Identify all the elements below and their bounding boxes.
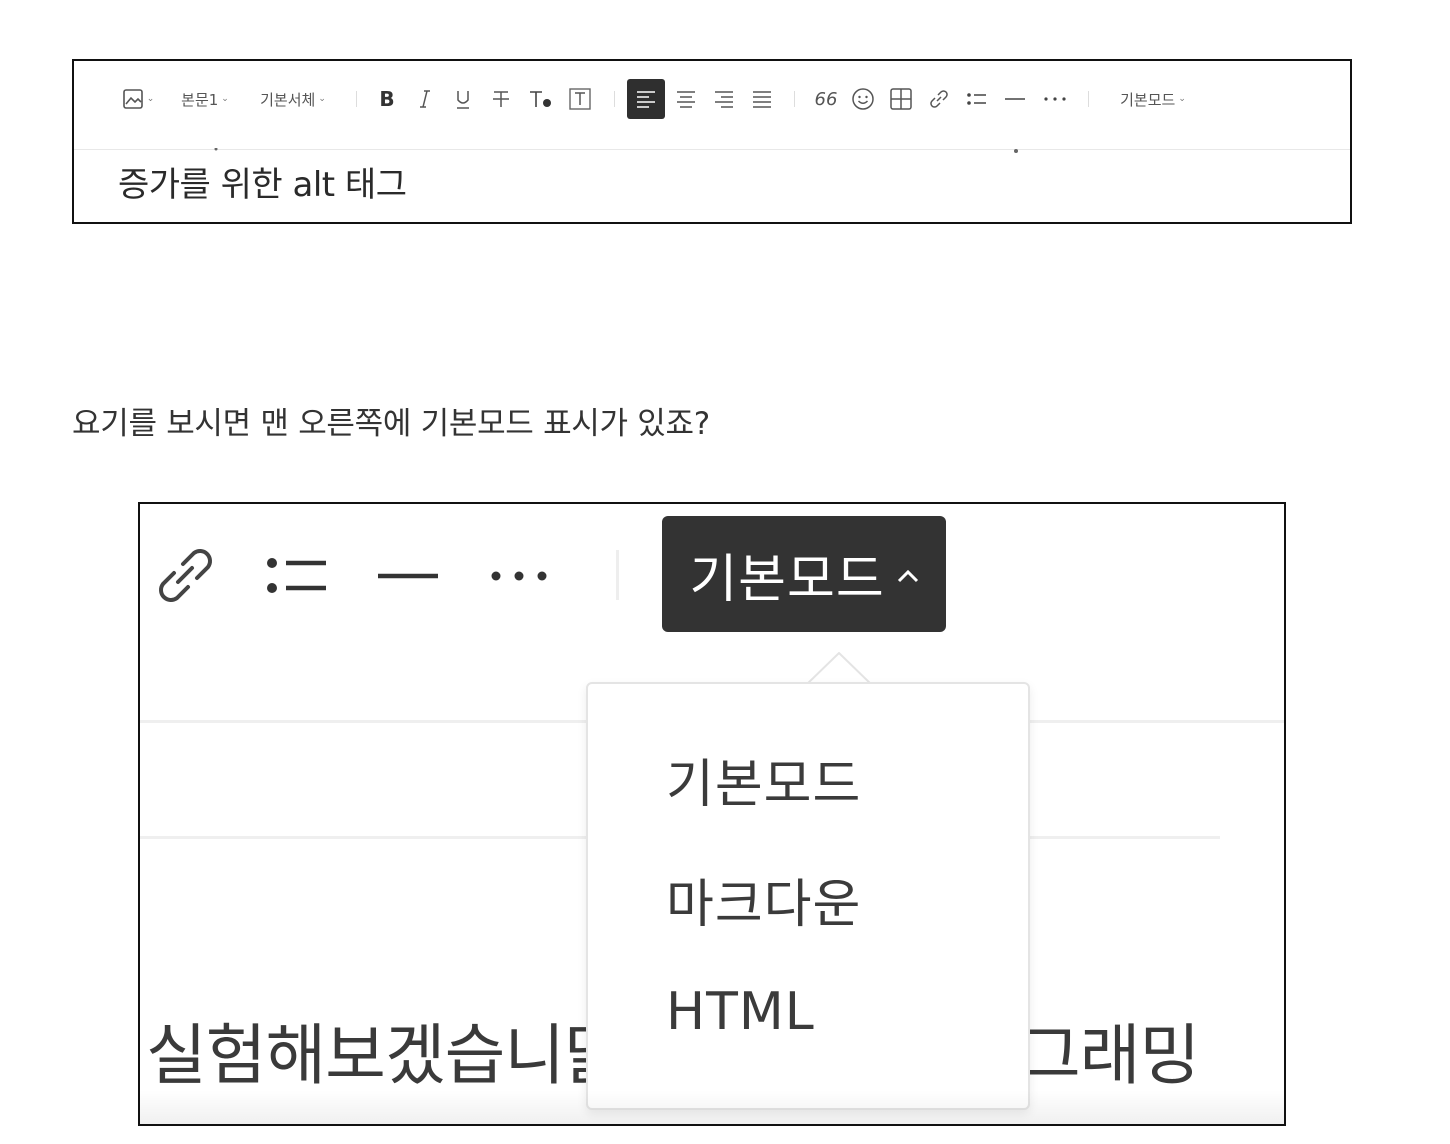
chevron-down-icon: ⌄ [1178,94,1186,104]
list-icon [965,88,989,110]
horizontal-line-icon [376,573,442,610]
bold-label: B [379,87,395,111]
cut-off-text-fragment [118,139,1290,153]
editor-mode-select[interactable]: 기본모드 ⌄ [1110,85,1196,113]
editor-mode-label: 기본모드 [689,549,885,610]
table-button[interactable] [886,85,916,113]
underline-icon [454,88,472,110]
editor-screenshot: ⌄ 본문1 ⌄ 기본서체 ⌄ B 66 기본모드 ⌄ 증가를 위한 alt 태그 [72,59,1352,224]
chevron-down-icon: ⌄ [318,94,326,104]
link-button[interactable] [150,540,220,614]
toolbar-divider [1088,91,1089,107]
bottom-shade [140,1090,1284,1124]
strikethrough-button[interactable] [486,85,516,113]
body-paragraph: 요기를 보시면 맨 오른쪽에 기본모드 표시가 있죠? [72,406,710,442]
more-icon [1042,88,1068,110]
more-icon [486,571,556,610]
horizontal-line-icon [1003,88,1027,110]
emoji-button[interactable] [848,85,878,113]
paragraph-style-select[interactable]: 본문1 ⌄ [174,85,236,113]
link-icon [150,549,220,614]
align-right-button[interactable] [709,85,739,113]
align-center-button[interactable] [671,85,701,113]
mode-option-html[interactable]: HTML [666,982,815,1042]
underline-button[interactable] [448,85,478,113]
align-left-button[interactable] [627,79,665,119]
font-color-icon [528,88,554,110]
editor-mode-button[interactable]: 기본모드 [662,516,946,632]
mode-option-markdown[interactable]: 마크다운 [666,862,861,937]
strikethrough-icon [491,88,511,110]
editor-content-text[interactable]: 그래밍 [1020,1002,1200,1098]
emoji-icon [851,87,875,111]
list-button[interactable] [262,546,332,610]
image-icon [122,88,144,110]
toolbar-divider [616,550,619,600]
align-justify-icon [751,88,773,110]
italic-button[interactable] [410,85,440,113]
bold-button[interactable]: B [372,85,402,113]
chevron-up-icon [897,560,919,590]
quote-button[interactable]: 66 [810,85,842,113]
editor-mode-dropdown: 기본모드 마크다운 HTML [586,682,1030,1110]
editor-mode-label: 기본모드 [1120,90,1176,109]
italic-icon [417,88,433,110]
font-family-select[interactable]: 기본서체 ⌄ [250,85,336,113]
paragraph-style-label: 본문1 [181,90,219,109]
align-center-icon [675,88,697,110]
background-color-button[interactable] [564,85,596,113]
toolbar-divider [356,91,357,107]
editor-content-text[interactable]: 증가를 위한 alt 태그 [118,157,407,206]
table-icon [889,87,913,111]
text-background-icon [568,87,592,111]
mode-dropdown-screenshot: 기본모드 실험해보겠습니닭 그래밍 기본모드 마크다운 HTML [138,502,1286,1126]
list-button[interactable] [962,85,992,113]
align-left-icon [635,88,657,110]
chevron-down-icon: ⌄ [146,94,155,104]
horizontal-line-button[interactable] [376,546,442,610]
list-icon [262,558,332,610]
link-button[interactable] [924,85,954,113]
editor-content-text[interactable]: 실험해보겠습니닭 [146,1002,625,1098]
align-right-icon [713,88,735,110]
mode-option-basic[interactable]: 기본모드 [666,742,861,817]
toolbar-divider [614,91,615,107]
more-button[interactable] [486,546,556,610]
align-justify-button[interactable] [747,85,777,113]
quote-icon: 66 [814,88,838,110]
toolbar-divider [794,91,795,107]
image-insert-button[interactable]: ⌄ [118,85,158,113]
more-button[interactable] [1038,85,1072,113]
font-family-label: 기본서체 [260,90,316,109]
horizontal-line-button[interactable] [1000,85,1030,113]
dropdown-pointer-seam [808,684,870,688]
font-color-button[interactable] [524,85,558,113]
chevron-down-icon: ⌄ [221,94,229,104]
link-icon [927,87,951,111]
editor-toolbar: ⌄ 본문1 ⌄ 기본서체 ⌄ B 66 기본모드 ⌄ [74,61,1350,150]
